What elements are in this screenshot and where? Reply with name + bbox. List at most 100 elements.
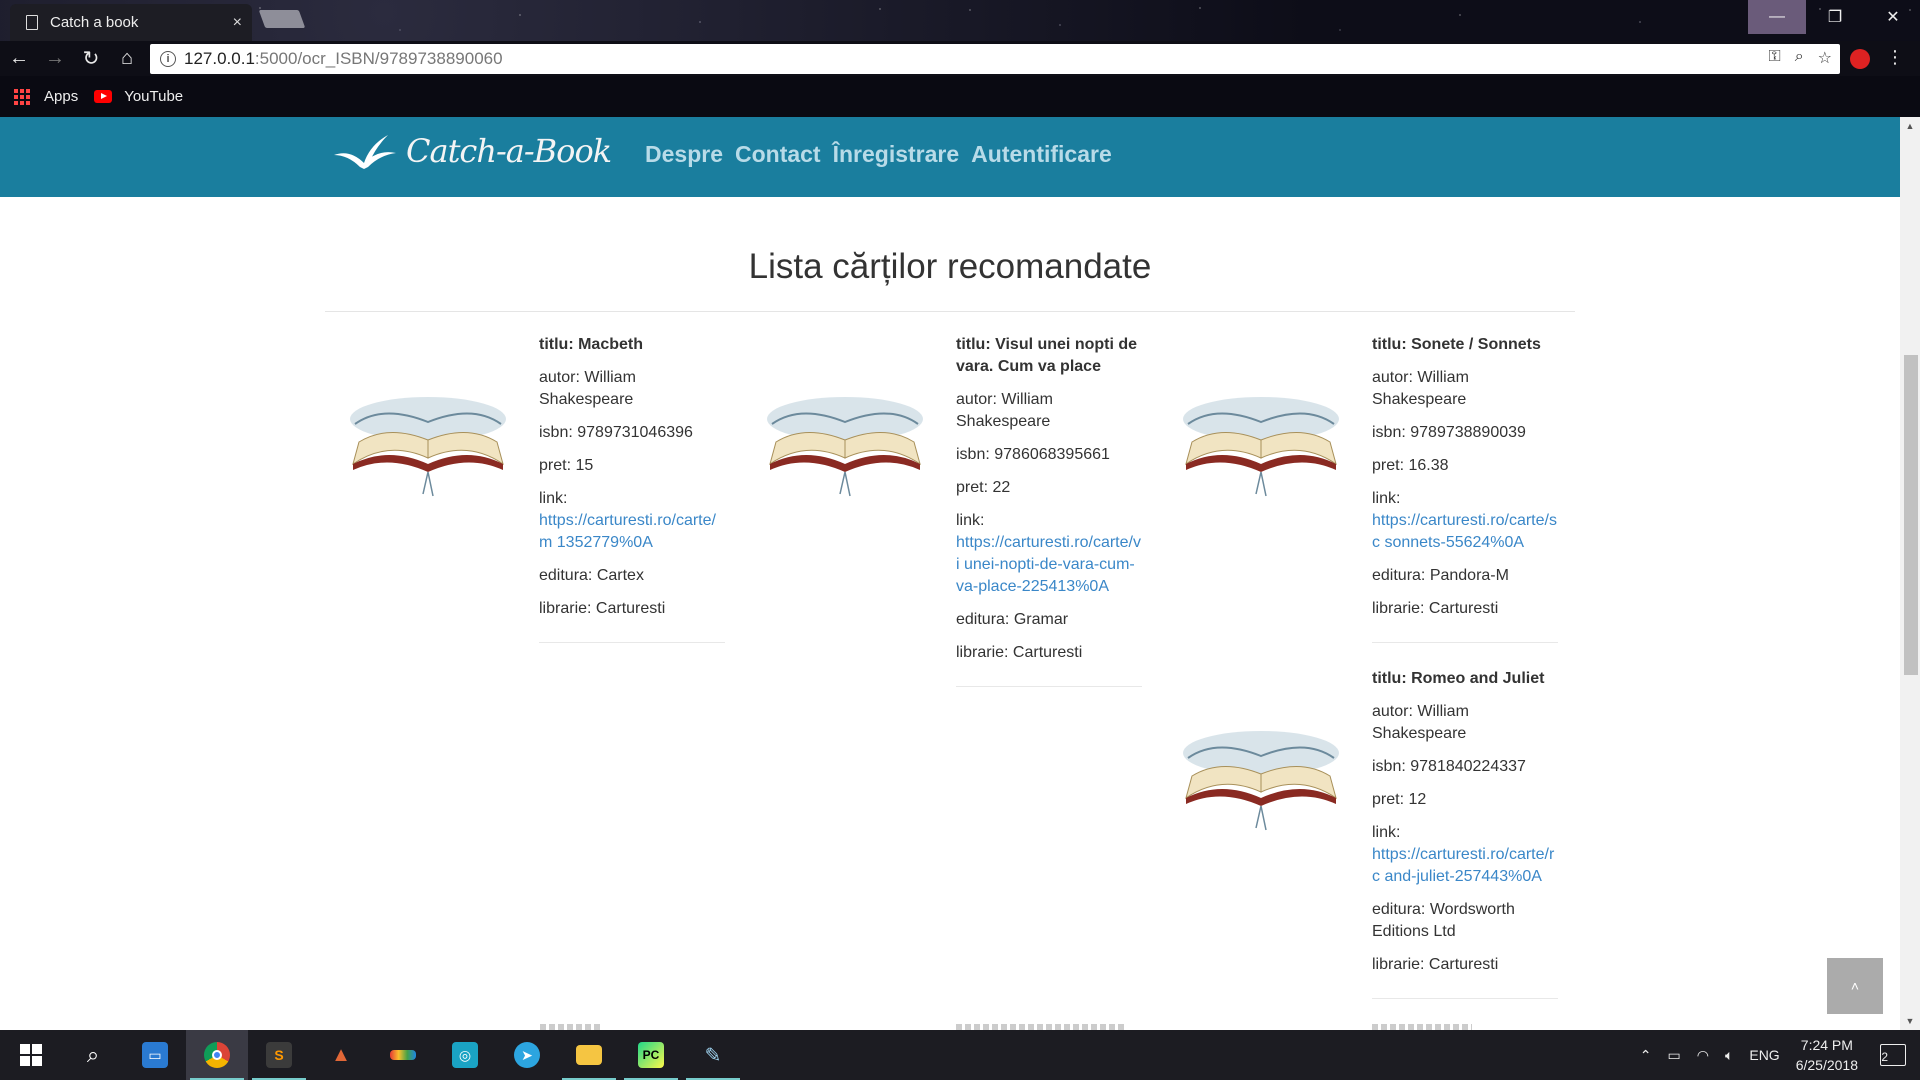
home-icon[interactable]: ⌂ xyxy=(110,42,144,76)
logo-text: Catch-a-Book xyxy=(406,132,612,170)
book-title: titlu: Macbeth xyxy=(539,336,643,353)
site-logo[interactable]: Catch-a-Book xyxy=(330,129,612,173)
nav-autentificare[interactable]: Autentificare xyxy=(971,141,1112,168)
back-to-top-button[interactable]: ˄ xyxy=(1827,958,1883,1014)
browser-menu-icon[interactable]: ⋮ xyxy=(1886,47,1904,68)
book-link-label: link: xyxy=(539,490,568,507)
book-details: titlu: Romeo and Juliet autor: William S… xyxy=(1372,668,1558,999)
divider xyxy=(1372,642,1558,643)
book-isbn: isbn: 9786068395661 xyxy=(956,446,1110,463)
search-button[interactable]: ⌕ xyxy=(62,1030,124,1080)
book-details: titlu: Sonete / Sonnets autor: William S… xyxy=(1372,334,1558,643)
windows-logo-icon xyxy=(20,1044,42,1066)
browser-toolbar: ← → ↻ ⌂ i 127.0.0.1 :5000/ocr_ISBN/97897… xyxy=(0,41,1920,76)
book-link[interactable]: https://carturesti.ro/carte/m 1352779%0A xyxy=(539,510,725,554)
address-bar[interactable]: i 127.0.0.1 :5000/ocr_ISBN/9789738890060… xyxy=(150,44,1840,74)
book-link[interactable]: https://carturesti.ro/carte/vi unei-nopt… xyxy=(956,532,1142,598)
taskbar-matlab[interactable]: ▲ xyxy=(310,1030,372,1080)
wifi-icon[interactable]: ◠ xyxy=(1697,1047,1709,1064)
bookmark-apps[interactable]: Apps xyxy=(44,88,78,105)
page-title: Lista cărților recomandate xyxy=(748,247,1152,286)
taskbar-app-grid[interactable] xyxy=(372,1030,434,1080)
tab-close-icon[interactable]: × xyxy=(233,14,242,32)
bird-book-icon xyxy=(330,129,400,173)
site-info-icon[interactable]: i xyxy=(160,51,176,67)
reload-icon[interactable]: ↻ xyxy=(74,42,108,76)
scroll-down-arrow-icon[interactable]: ▼ xyxy=(1900,1012,1920,1030)
chevron-up-icon[interactable]: ⌃ xyxy=(1640,1047,1652,1064)
bookmark-youtube[interactable]: YouTube xyxy=(124,88,183,105)
language-indicator[interactable]: ENG xyxy=(1749,1047,1779,1063)
telegram-icon: ➤ xyxy=(514,1042,540,1068)
back-arrow-icon[interactable]: ← xyxy=(2,42,36,76)
open-book-image xyxy=(1176,718,1346,838)
scroll-thumb[interactable] xyxy=(1904,355,1918,675)
book-publisher: editura: Gramar xyxy=(956,611,1069,628)
book-price: pret: 15 xyxy=(539,457,594,474)
scroll-up-arrow-icon[interactable]: ▲ xyxy=(1900,117,1920,135)
new-tab-button[interactable] xyxy=(258,10,306,28)
pycharm-icon: PC xyxy=(638,1042,664,1068)
book-author: autor: William Shakespeare xyxy=(539,369,636,408)
nav-inregistrare[interactable]: Înregistrare xyxy=(833,141,960,168)
window-maximize-button[interactable]: ❐ xyxy=(1806,0,1864,34)
volume-icon[interactable]: 🔈︎ xyxy=(1725,1047,1733,1064)
folder-icon xyxy=(576,1045,602,1065)
book-title: titlu: Romeo and Juliet xyxy=(1372,670,1545,687)
page-icon xyxy=(26,15,38,30)
clock[interactable]: 7:24 PM 6/25/2018 xyxy=(1796,1035,1858,1075)
divider xyxy=(1372,998,1558,999)
nav-contact[interactable]: Contact xyxy=(735,141,821,168)
window-close-button[interactable]: ✕ xyxy=(1864,0,1920,34)
bars-app-icon xyxy=(390,1050,416,1060)
book-price: pret: 22 xyxy=(956,479,1011,496)
book-author: autor: William Shakespeare xyxy=(1372,369,1469,408)
notifications-icon[interactable]: 2 xyxy=(1880,1044,1906,1066)
book-link-label: link: xyxy=(1372,490,1401,507)
book-bookstore: librarie: Carturesti xyxy=(956,644,1083,661)
book-publisher: editura: Wordsworth Editions Ltd xyxy=(1372,901,1515,940)
open-book-image xyxy=(1176,384,1346,504)
start-button[interactable] xyxy=(0,1030,62,1080)
open-book-image xyxy=(343,384,513,504)
url-host: 127.0.0.1 xyxy=(184,49,255,68)
clock-time: 7:24 PM xyxy=(1800,1037,1853,1053)
window-minimize-button[interactable]: — xyxy=(1748,0,1806,34)
battery-icon[interactable]: ▭ xyxy=(1668,1047,1681,1064)
book-details: titlu: Macbeth autor: William Shakespear… xyxy=(539,334,725,643)
nav-despre[interactable]: Despre xyxy=(645,141,723,168)
matlab-icon: ▲ xyxy=(331,1043,351,1066)
taskbar-chrome[interactable] xyxy=(186,1030,248,1080)
book-isbn: isbn: 9781840224337 xyxy=(1372,758,1526,775)
taskbar-telegram[interactable]: ➤ xyxy=(496,1030,558,1080)
zoom-icon[interactable]: ⌕ xyxy=(1795,48,1804,68)
extension-icon[interactable] xyxy=(1850,49,1870,69)
book-bookstore: librarie: Carturesti xyxy=(1372,956,1499,973)
site-nav: Despre Contact Înregistrare Autentificar… xyxy=(645,141,1112,168)
sublime-text-icon: S xyxy=(266,1042,292,1068)
search-icon: ⌕ xyxy=(86,1042,100,1067)
book-price: pret: 12 xyxy=(1372,791,1427,808)
divider xyxy=(956,686,1142,687)
browser-tab-active[interactable]: Catch a book × xyxy=(10,4,252,41)
taskbar-paint[interactable]: ✎ xyxy=(682,1030,744,1080)
book-isbn: isbn: 9789738890039 xyxy=(1372,424,1526,441)
taskbar-file-explorer[interactable] xyxy=(558,1030,620,1080)
book-link-label: link: xyxy=(956,512,985,529)
forward-arrow-icon[interactable]: → xyxy=(38,42,72,76)
bookmarks-bar: Apps YouTube xyxy=(0,76,1920,117)
system-tray: ⌃ ▭ ◠ 🔈︎ ENG 7:24 PM 6/25/2018 2 xyxy=(1640,1030,1920,1080)
taskbar-desktop-app[interactable]: ▭ xyxy=(124,1030,186,1080)
page-viewport: Catch-a-Book Despre Contact Înregistrare… xyxy=(0,117,1900,1030)
taskbar-pycharm[interactable]: PC xyxy=(620,1030,682,1080)
bookmark-star-icon[interactable]: ☆ xyxy=(1818,48,1832,68)
youtube-icon xyxy=(94,90,113,103)
book-link[interactable]: https://carturesti.ro/carte/sc sonnets-5… xyxy=(1372,510,1558,554)
taskbar-instagram[interactable]: ◎ xyxy=(434,1030,496,1080)
book-link[interactable]: https://carturesti.ro/carte/rc and-julie… xyxy=(1372,844,1558,888)
url-path: :5000/ocr_ISBN/9789738890060 xyxy=(254,49,503,68)
page-scrollbar[interactable]: ▲ ▼ xyxy=(1900,117,1920,1030)
taskbar-sublime[interactable]: S xyxy=(248,1030,310,1080)
camera-app-icon: ◎ xyxy=(452,1042,478,1068)
key-icon[interactable]: ⚿ xyxy=(1769,48,1781,68)
